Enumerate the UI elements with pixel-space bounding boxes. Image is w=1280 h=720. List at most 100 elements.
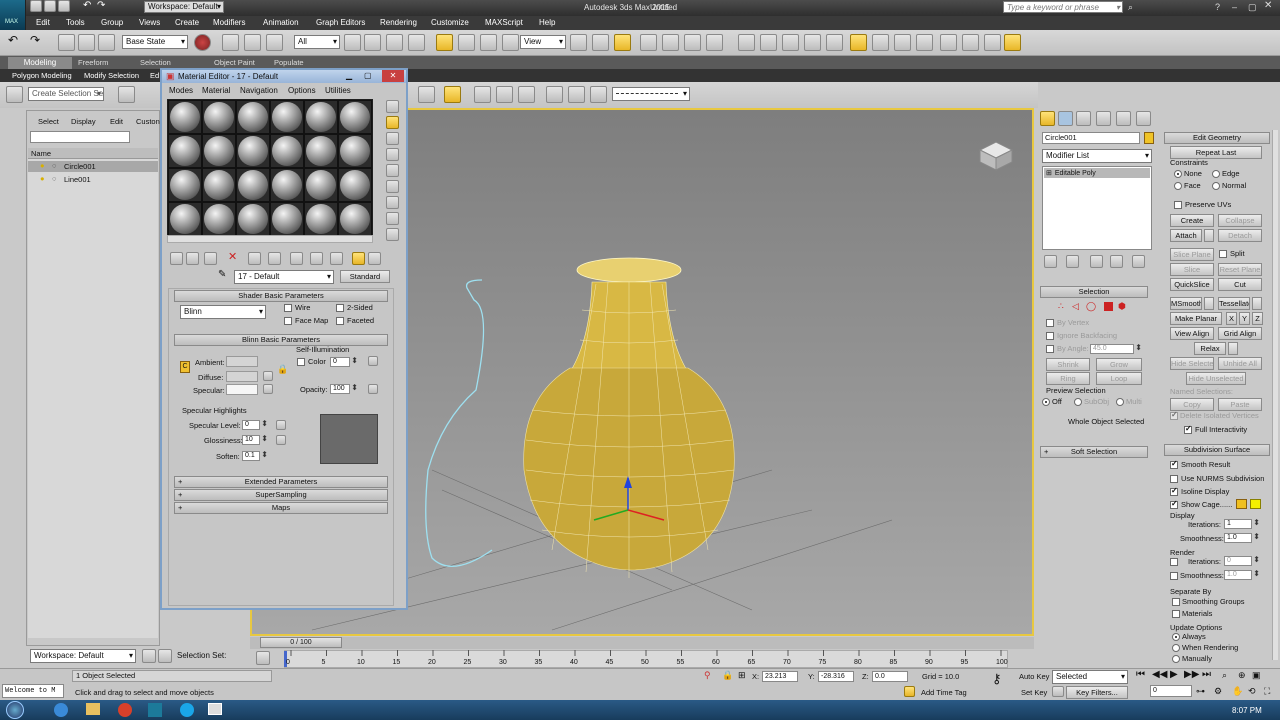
curve-editor-icon[interactable] — [872, 34, 889, 51]
show-end-result-stack-icon[interactable] — [1066, 255, 1079, 268]
line-style-dropdown[interactable] — [612, 87, 690, 101]
glossiness-map-button[interactable] — [276, 435, 286, 445]
sample-slot[interactable] — [338, 202, 372, 236]
render-smoothness-checkbox[interactable] — [1170, 572, 1178, 580]
select-scale-icon[interactable] — [480, 34, 497, 51]
render-production-icon[interactable] — [984, 34, 1001, 51]
schematic-view-icon[interactable] — [894, 34, 911, 51]
show-cage-checkbox[interactable] — [1170, 499, 1178, 509]
selection-rollout[interactable]: Selection — [1040, 286, 1148, 298]
constraint-normal-radio[interactable] — [1212, 182, 1220, 190]
scene-explorer-toggle-icon[interactable] — [804, 34, 821, 51]
absolute-mode-icon[interactable]: ⊞ — [738, 670, 746, 680]
stack-expand-icon[interactable]: ⊞ — [1044, 170, 1052, 177]
ribbon-tab-populate[interactable]: Populate — [274, 58, 304, 68]
current-frame-field[interactable]: 0 — [1150, 685, 1192, 697]
select-move-icon[interactable] — [436, 34, 453, 51]
bind-space-warp-icon[interactable] — [266, 34, 283, 51]
ribbon-tab-freeform[interactable]: Freeform — [78, 58, 108, 68]
maximize-viewport-icon[interactable]: ⛶ — [1264, 686, 1270, 696]
self-illum-color-spinner[interactable]: 0 — [330, 357, 358, 367]
redo-button[interactable]: ↷ — [30, 34, 40, 46]
constraint-none-radio[interactable] — [1174, 170, 1182, 178]
opacity-spinner[interactable]: 100 — [330, 384, 358, 394]
specular-swatch[interactable] — [226, 384, 258, 395]
attach-button[interactable]: Attach — [1170, 229, 1202, 242]
viewport-tool-8-icon[interactable] — [590, 86, 607, 103]
maps-rollout[interactable]: Maps — [174, 502, 388, 514]
paste-button[interactable]: Paste — [1218, 398, 1262, 411]
face-map-checkbox[interactable] — [284, 317, 292, 325]
vertex-mode-icon[interactable]: ∴ — [1058, 301, 1064, 311]
start-button-icon[interactable] — [6, 701, 24, 719]
constraint-edge-radio[interactable] — [1212, 170, 1220, 178]
planar-z-button[interactable]: Z — [1252, 312, 1263, 325]
make-unique-icon[interactable] — [248, 252, 261, 265]
put-to-scene-icon[interactable] — [186, 252, 199, 265]
graphite-toggle-icon[interactable] — [850, 34, 867, 51]
freeze-icon[interactable]: ◌ — [52, 161, 56, 171]
sample-slot[interactable] — [270, 134, 304, 168]
select-rotate-icon[interactable] — [458, 34, 475, 51]
scene-explorer-icon[interactable] — [98, 34, 115, 51]
menu-maxscript[interactable]: MAXScript — [485, 18, 523, 28]
modifier-list-dropdown[interactable]: Modifier List — [1042, 149, 1152, 163]
close-icon[interactable]: ✕ — [1264, 1, 1272, 11]
menu-edit[interactable]: Edit — [36, 18, 50, 28]
menu-graph-editors[interactable]: Graph Editors — [316, 18, 365, 28]
slice-button[interactable]: Slice — [1170, 263, 1214, 276]
hierarchy-tab-icon[interactable] — [1076, 111, 1091, 126]
sample-slot[interactable] — [304, 168, 338, 202]
hide-unselected-button[interactable]: Hide Unselected — [1186, 372, 1246, 385]
opacity-map-button[interactable] — [368, 384, 378, 394]
menu-rendering[interactable]: Rendering — [380, 18, 417, 28]
new-icon[interactable] — [30, 0, 42, 12]
tessellate-settings-button[interactable] — [1252, 297, 1262, 310]
key-mode-dropdown[interactable]: Selected — [1052, 670, 1128, 684]
uv-tiling-icon[interactable] — [386, 148, 399, 161]
object-color-swatch[interactable] — [1144, 132, 1154, 144]
explorer-menu-display[interactable]: Display — [71, 117, 96, 127]
viewport-tool-1-icon[interactable] — [418, 86, 435, 103]
smoothing-groups-checkbox[interactable] — [1172, 598, 1180, 606]
blinn-basic-rollout[interactable]: Blinn Basic Parameters — [174, 334, 388, 346]
remove-modifier-icon[interactable] — [1110, 255, 1123, 268]
update-when-rendering-radio[interactable] — [1172, 644, 1180, 652]
make-planar-button[interactable]: Make Planar — [1170, 312, 1222, 325]
me-menu-material[interactable]: Material — [202, 86, 230, 96]
edit-geometry-rollout[interactable]: Edit Geometry — [1164, 132, 1270, 144]
pivot-center-icon[interactable] — [570, 34, 587, 51]
cage-color-swatch-1[interactable] — [1236, 499, 1247, 509]
render-iterative-icon[interactable] — [1004, 34, 1021, 51]
workspace-dropdown[interactable]: Workspace: Default — [144, 1, 224, 13]
me-close-icon[interactable]: ✕ — [382, 70, 404, 82]
glossiness-spinner[interactable]: 10 — [242, 435, 268, 445]
sample-slot[interactable] — [168, 134, 202, 168]
viewport-tool-7-icon[interactable] — [568, 86, 585, 103]
ribbon-panel-modify-selection[interactable]: Modify Selection — [84, 71, 139, 81]
sample-slot[interactable] — [304, 100, 338, 134]
taskbar-3dsmax-icon[interactable] — [148, 703, 162, 717]
ring-button[interactable]: Ring — [1046, 372, 1090, 385]
named-sel-sets-icon[interactable] — [738, 34, 755, 51]
sample-slot[interactable] — [202, 134, 236, 168]
cut-button[interactable]: Cut — [1218, 278, 1262, 291]
minimize-icon[interactable]: – — [1232, 2, 1237, 12]
grid-align-button[interactable]: Grid Align — [1218, 327, 1262, 340]
two-sided-checkbox[interactable] — [336, 304, 344, 312]
sample-slot[interactable] — [202, 100, 236, 134]
quickslice-button[interactable]: QuickSlice — [1170, 278, 1214, 291]
percent-snap-icon[interactable] — [684, 34, 701, 51]
app-logo-icon[interactable]: MAX — [0, 0, 26, 30]
use-nurms-checkbox[interactable] — [1170, 475, 1178, 483]
display-tab-icon[interactable] — [1116, 111, 1131, 126]
view-align-button[interactable]: View Align — [1170, 327, 1214, 340]
go-to-start-icon[interactable]: ⏮ — [1136, 670, 1145, 680]
by-angle-checkbox[interactable] — [1046, 345, 1054, 353]
background-icon[interactable] — [386, 132, 399, 145]
zoom-icon[interactable]: ⌕ — [1222, 670, 1227, 680]
go-to-end-icon[interactable]: ⏭ — [1202, 670, 1211, 680]
ribbon-tab-modeling[interactable]: Modeling — [8, 57, 72, 69]
me-minimize-icon[interactable]: ▁ — [346, 71, 352, 81]
save-icon[interactable] — [58, 0, 70, 12]
